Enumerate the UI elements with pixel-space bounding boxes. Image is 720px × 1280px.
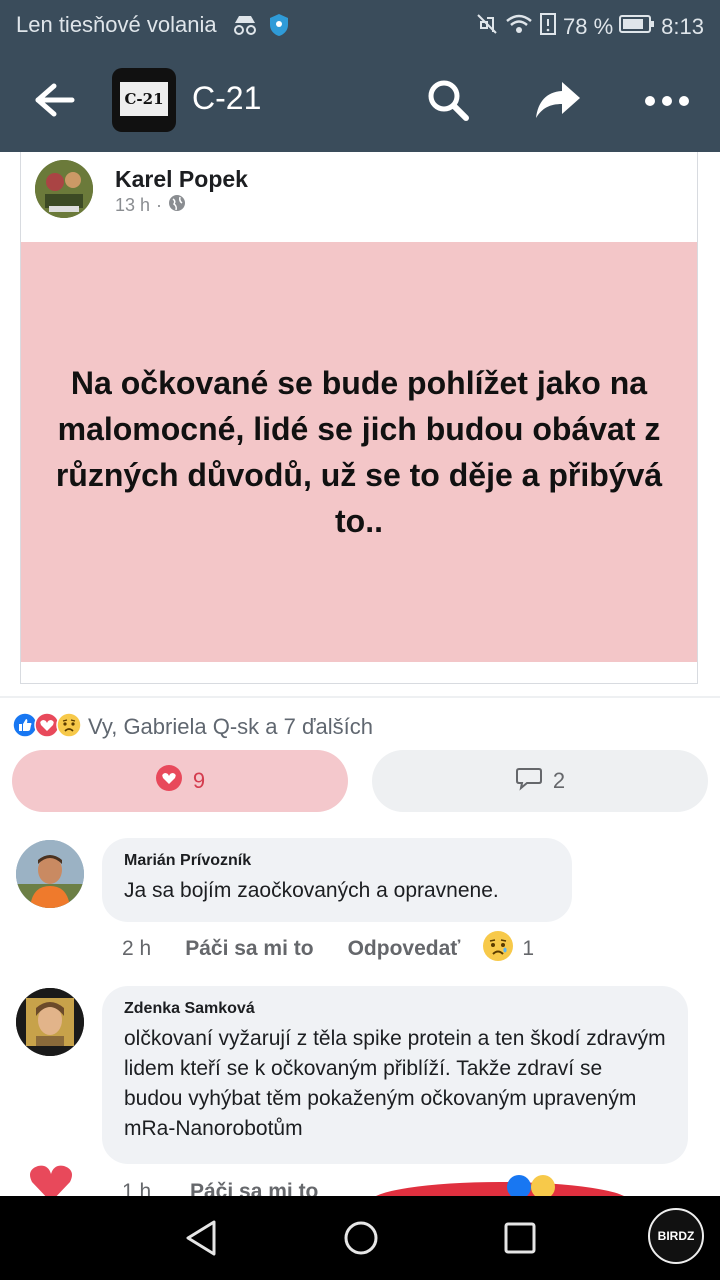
reactions-summary-text: Vy, Gabriela Q-sk a 7 ďalších	[88, 714, 373, 739]
post-text-background: Na očkované se bude pohlížet jako na mal…	[21, 242, 697, 662]
sad-reaction-icon	[482, 930, 514, 968]
reactions-summary[interactable]: Vy, Gabriela Q-sk a 7 ďalších	[12, 711, 373, 743]
comment-bubble[interactable]: Zdenka Samková olčkovaní vyžarují z těla…	[102, 986, 688, 1164]
nav-back-icon[interactable]	[184, 1218, 218, 1263]
commenter-avatar[interactable]	[16, 988, 84, 1056]
comment-bubble[interactable]: Marián Prívozník Ja sa bojím zaočkovanýc…	[102, 838, 572, 922]
app-bar: C-21 C-21	[0, 50, 720, 152]
shield-icon	[268, 13, 290, 42]
status-bar: Len tiesňové volania 78 % 8:13	[0, 0, 720, 50]
love-reaction-button[interactable]: 9	[12, 750, 348, 812]
incognito-icon	[232, 14, 258, 41]
reply-button[interactable]: Odpovedať	[348, 937, 461, 961]
search-icon[interactable]	[426, 78, 470, 122]
comment-time: 1 h	[122, 1180, 152, 1196]
commenter-name[interactable]: Marián Prívozník	[124, 852, 550, 870]
post-meta: 13 h ·	[115, 194, 186, 217]
comments-button[interactable]: 2	[372, 750, 708, 812]
section-divider	[0, 696, 720, 698]
like-comment-button[interactable]: Páči sa mi to	[185, 937, 313, 961]
post-time: 13 h	[115, 195, 151, 215]
nav-home-icon[interactable]	[342, 1218, 380, 1263]
system-nav-bar	[0, 1196, 720, 1280]
post-author-name[interactable]: Karel Popek	[115, 166, 248, 193]
comment-actions: 2 h Páči sa mi to Odpovedať 1	[122, 931, 535, 964]
comment-reaction-count: 1	[522, 937, 535, 960]
comment-count: 2	[552, 768, 566, 793]
like-comment-button[interactable]: Páči sa mi to	[190, 1180, 318, 1196]
shared-post-card[interactable]: Karel Popek 13 h · Na očkované se bude p…	[20, 152, 698, 684]
logo-text: C-21	[124, 90, 164, 108]
sad-reaction-icon	[56, 711, 82, 743]
heart-icon	[155, 764, 183, 798]
comment-text: Ja sa bojím zaočkovaných a opravnene.	[124, 879, 499, 902]
more-icon[interactable]	[644, 94, 690, 106]
partial-comment-row: 1 h Páči sa mi to	[0, 1160, 720, 1196]
mute-icon	[475, 12, 499, 42]
page-title: C-21	[192, 80, 262, 116]
battery-icon	[619, 14, 655, 40]
love-count: 9	[192, 768, 206, 793]
haha-reaction-icon	[530, 1174, 556, 1196]
globe-icon	[168, 194, 186, 217]
clock-time: 8:13	[661, 14, 704, 39]
overlay-shape	[370, 1182, 630, 1196]
comment-time: 2 h	[122, 937, 152, 960]
post-text: Na očkované se bude pohlížet jako na mal…	[55, 365, 663, 539]
comment-text: olčkovaní vyžarují z těla spike protein …	[124, 1027, 666, 1140]
commenter-avatar[interactable]	[16, 840, 84, 908]
comment-icon	[515, 764, 543, 798]
back-arrow-icon[interactable]	[34, 80, 78, 120]
post-author-avatar[interactable]	[35, 160, 93, 218]
meta-separator: ·	[156, 195, 163, 215]
commenter-name[interactable]: Zdenka Samková	[124, 1000, 666, 1018]
share-icon[interactable]	[534, 78, 582, 122]
wifi-icon	[505, 13, 533, 41]
carrier-text: Len tiesňové volania	[16, 12, 217, 37]
nav-recents-icon[interactable]	[502, 1218, 538, 1263]
floating-heart-icon[interactable]	[26, 1162, 76, 1196]
page-logo[interactable]: C-21	[112, 68, 176, 132]
battery-percent: 78 %	[563, 14, 614, 39]
battery-alert-icon	[539, 12, 557, 42]
like-reaction-icon	[506, 1174, 532, 1196]
watermark-logo: BIRDZ	[648, 1208, 704, 1264]
